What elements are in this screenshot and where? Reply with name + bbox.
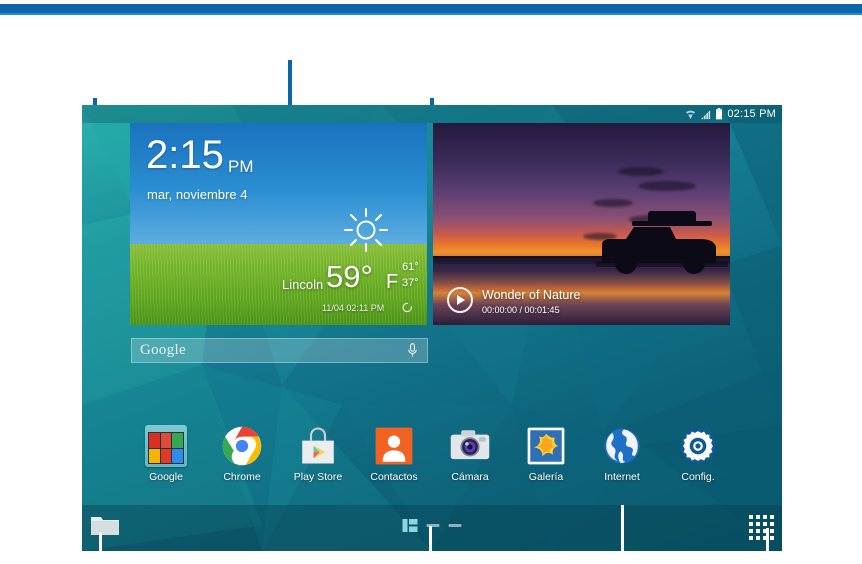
- grid-dot: [756, 522, 760, 526]
- app-shortcut-config[interactable]: Config.: [660, 425, 736, 483]
- folder-shape: [145, 425, 187, 467]
- grid-dot: [770, 536, 774, 540]
- app-shortcut-chrome[interactable]: Chrome: [204, 425, 280, 483]
- app-shortcut-row: Google Chrome Play Store Contactos Cámar…: [82, 425, 782, 493]
- mini-icon-gmail: [149, 433, 160, 448]
- app-shortcut-google[interactable]: Google: [128, 425, 204, 483]
- play-icon[interactable]: [447, 287, 473, 313]
- grid-dot: [749, 536, 753, 540]
- widget-high-temp: 61°: [402, 261, 419, 273]
- app-label: Galería: [528, 471, 564, 483]
- app-label: Config.: [681, 471, 715, 483]
- status-bar-clock: 02:15 PM: [727, 108, 776, 120]
- grid-dot: [770, 515, 774, 519]
- app-label: Chrome: [223, 471, 261, 483]
- widget-clock-time: 2:15: [146, 133, 224, 177]
- widget-date: mar, noviembre 4: [147, 187, 248, 202]
- grid-dot: [770, 522, 774, 526]
- app-label: Play Store: [293, 471, 343, 483]
- grid-dot: [763, 522, 767, 526]
- apps-grid-icon[interactable]: [749, 515, 774, 540]
- sun-icon: [344, 208, 388, 252]
- app-label: Cámara: [451, 471, 489, 483]
- mini-icon-google-plus: [160, 433, 172, 448]
- clock-weather-widget[interactable]: 2:15 PM mar, noviembre 4 Lincoln 59° F 6…: [130, 123, 427, 325]
- app-shortcut-internet[interactable]: Internet: [584, 425, 660, 483]
- grid-dot: [756, 536, 760, 540]
- leader-line-page-indicator: [429, 526, 432, 561]
- contacts-icon[interactable]: [373, 425, 415, 467]
- wifi-icon: [686, 110, 696, 119]
- page-indicators[interactable]: [402, 519, 462, 532]
- video-title: Wonder of Nature: [482, 288, 581, 302]
- app-shortcut-galeria[interactable]: Galería: [508, 425, 584, 483]
- truck-silhouette: [596, 210, 728, 274]
- grid-dot: [756, 515, 760, 519]
- refresh-icon[interactable]: [402, 302, 413, 313]
- leader-line-internet: [621, 505, 624, 561]
- mini-icon-maps: [172, 433, 183, 448]
- home-page-indicator-icon[interactable]: [402, 519, 418, 532]
- camera-icon[interactable]: [449, 425, 491, 467]
- app-shortcut-play-store[interactable]: Play Store: [280, 425, 356, 483]
- grid-dot: [763, 515, 767, 519]
- status-bar[interactable]: 02:15 PM: [82, 105, 782, 123]
- video-cloud: [618, 167, 664, 176]
- mini-icon-play-music: [149, 448, 160, 463]
- grid-dot: [749, 522, 753, 526]
- settings-gear-icon[interactable]: [677, 425, 719, 467]
- mini-icon-drive: [160, 448, 172, 463]
- internet-globe-icon[interactable]: [601, 425, 643, 467]
- app-label: Contactos: [370, 471, 418, 483]
- gallery-icon[interactable]: [525, 425, 567, 467]
- grid-dot: [756, 529, 760, 533]
- widget-clock-ampm: PM: [228, 157, 254, 176]
- app-shortcut-camara[interactable]: Cámara: [432, 425, 508, 483]
- grid-dot: [749, 515, 753, 519]
- tablet-screen: 02:15 PM 2:15 PM mar, noviembre 4 Lincol…: [82, 105, 782, 551]
- google-folder-icon[interactable]: [145, 425, 187, 467]
- screenshot-root: 02:15 PM 2:15 PM mar, noviembre 4 Lincol…: [0, 0, 862, 564]
- app-shortcut-contactos[interactable]: Contactos: [356, 425, 432, 483]
- google-search-bar[interactable]: Google: [131, 338, 428, 363]
- widget-low-temp: 37°: [402, 277, 419, 289]
- folder-mini-icons: [148, 432, 184, 464]
- grid-dot: [749, 529, 753, 533]
- widget-city: Lincoln: [282, 277, 324, 292]
- mini-icon-hangouts: [172, 448, 183, 463]
- video-cloud: [638, 181, 696, 191]
- signal-bars-icon: [701, 109, 711, 119]
- video-player-widget[interactable]: Wonder of Nature 00:00:00 / 00:01:45: [433, 123, 730, 325]
- page-dash[interactable]: [448, 524, 462, 527]
- app-label: Google: [149, 471, 183, 483]
- video-time-display: 00:00:00 / 00:01:45: [482, 305, 560, 315]
- leader-line-apps-grid: [766, 528, 769, 561]
- widget-updated-time: 11/04 02:11 PM: [322, 303, 385, 313]
- chrome-icon[interactable]: [221, 425, 263, 467]
- play-store-icon[interactable]: [297, 425, 339, 467]
- top-blue-rule-highlight: [0, 13, 862, 15]
- google-logo-text: Google: [140, 342, 186, 358]
- grid-dot: [770, 529, 774, 533]
- app-label: Internet: [604, 471, 640, 483]
- widget-unit: F: [386, 271, 399, 293]
- battery-icon: [716, 108, 723, 120]
- navigation-bar: [82, 505, 782, 551]
- recent-apps-icon[interactable]: [90, 513, 120, 537]
- widget-temperature: 59°: [326, 259, 373, 294]
- leader-line-recents: [99, 533, 102, 561]
- microphone-icon[interactable]: [406, 343, 419, 358]
- leader-line-widget: [288, 60, 292, 108]
